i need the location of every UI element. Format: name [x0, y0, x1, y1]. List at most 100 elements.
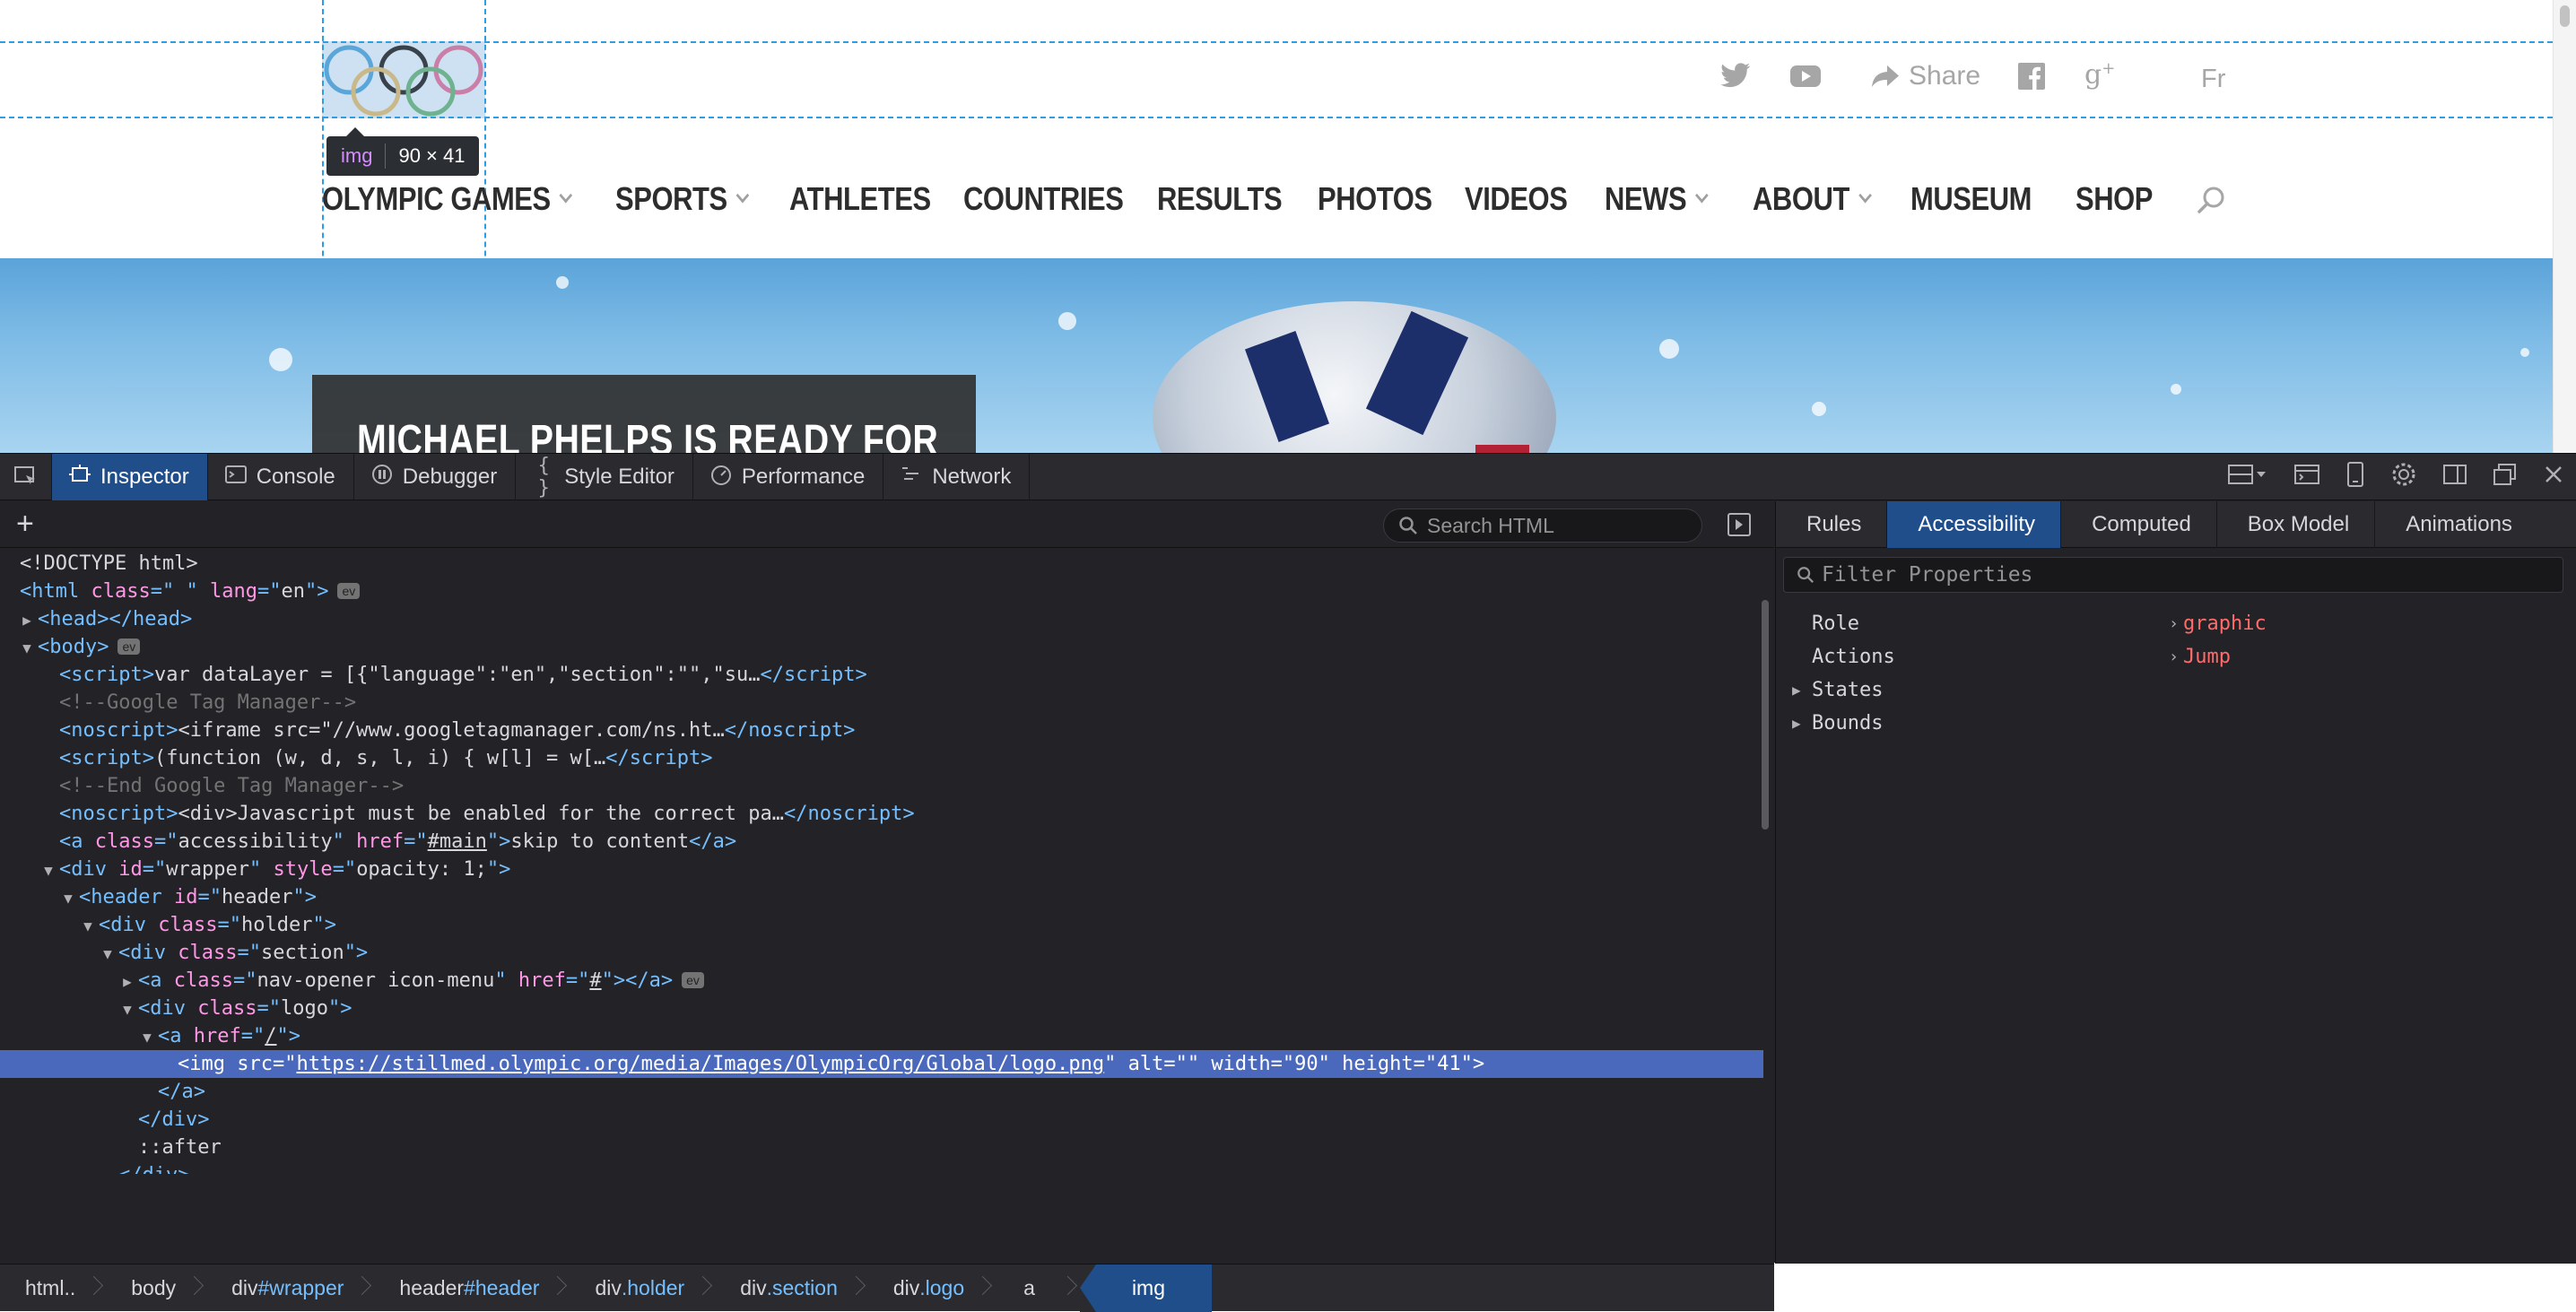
event-badge[interactable]: ev [117, 639, 141, 655]
markup-node[interactable]: ▼ <div class="holder"> [0, 911, 1763, 939]
markup-tree: <!DOCTYPE html> <html class=" " lang="en… [0, 550, 1763, 1174]
olympic-rings-logo[interactable] [322, 41, 485, 118]
markup-node[interactable]: ▶ <head></head> [0, 605, 1763, 633]
nav-item-shop[interactable]: SHOP [2076, 180, 2153, 218]
tab-computed[interactable]: Computed [2061, 500, 2217, 548]
filter-properties-input[interactable] [1822, 563, 2557, 586]
twitter-icon[interactable] [1720, 63, 1751, 92]
property-row[interactable]: ▶ States [1792, 673, 2563, 707]
page-scrollbar[interactable] [2553, 0, 2576, 453]
scratchpad-button[interactable] [2294, 464, 2319, 491]
nav-item-sports[interactable]: SPORTS [615, 180, 750, 218]
breadcrumb-item[interactable]: header #header [374, 1264, 570, 1312]
google-plus-icon[interactable]: g+ [2084, 59, 2115, 91]
breadcrumb-item[interactable]: a [995, 1264, 1080, 1312]
expand-arrow-icon[interactable]: ▶ [117, 968, 138, 995]
nav-item-results[interactable]: RESULTS [1157, 180, 1283, 218]
nav-item-news[interactable]: NEWS [1605, 180, 1709, 218]
markup-node[interactable]: <script>(function (w, d, s, l, i) { w[l]… [0, 744, 1763, 772]
breadcrumb-item[interactable]: div .section [715, 1264, 868, 1312]
markup-node[interactable]: <noscript><iframe src="//www.googletagma… [0, 717, 1763, 744]
markup-node[interactable]: ::after [0, 1134, 1763, 1161]
add-node-button[interactable]: + [16, 507, 34, 541]
collapse-arrow-icon[interactable]: ▼ [136, 1023, 158, 1051]
nav-item-countries[interactable]: COUNTRIES [963, 180, 1124, 218]
dock-layout-button[interactable] [2228, 464, 2267, 491]
tab-accessibility[interactable]: Accessibility [1887, 500, 2062, 548]
tab-network[interactable]: Network [883, 453, 1031, 500]
element-picker-button[interactable] [0, 453, 52, 500]
share-link[interactable]: Share [1871, 61, 1980, 91]
tab-animations[interactable]: Animations [2375, 501, 2537, 548]
collapse-arrow-icon[interactable]: ▼ [97, 940, 118, 968]
dock-side-button[interactable] [2443, 464, 2467, 491]
youtube-icon[interactable] [1790, 65, 1821, 92]
markup-node[interactable]: ▼ <div class="section"> [0, 939, 1763, 967]
markup-node[interactable]: <script>var dataLayer = [{"language":"en… [0, 661, 1763, 689]
expand-arrow-icon[interactable]: ▶ [16, 606, 38, 634]
close-icon[interactable] [2544, 465, 2563, 491]
collapse-arrow-icon[interactable]: ▼ [57, 884, 79, 912]
property-row[interactable]: Role › graphic [1792, 607, 2563, 640]
separate-window-button[interactable] [2493, 463, 2517, 491]
markup-node[interactable]: <!--Google Tag Manager--> [0, 689, 1763, 717]
collapse-arrow-icon[interactable]: ▼ [38, 856, 59, 884]
nav-item-museum[interactable]: MUSEUM [1910, 180, 2032, 218]
hero-banner[interactable]: MICHAEL PHELPS IS READY FOR [0, 258, 2553, 453]
breadcrumb-item[interactable]: html.. [0, 1264, 106, 1312]
filter-properties-box[interactable] [1783, 557, 2563, 593]
nav-item-olympic-games[interactable]: OLYMPIC GAMES [322, 180, 573, 218]
event-badge[interactable]: ev [337, 583, 361, 599]
breadcrumb-item-active[interactable]: img [1079, 1264, 1212, 1312]
collapse-arrow-icon[interactable]: ▼ [16, 634, 38, 662]
search-icon[interactable] [2197, 185, 2227, 220]
tab-inspector[interactable]: Inspector [52, 453, 208, 500]
breadcrumb-item[interactable]: div .holder [570, 1264, 715, 1312]
markup-node[interactable]: </a> [0, 1078, 1763, 1106]
nav-item-videos[interactable]: VIDEOS [1465, 180, 1568, 218]
page-scrollbar-thumb[interactable] [2560, 5, 2570, 27]
hero-headline[interactable]: MICHAEL PHELPS IS READY FOR [357, 416, 938, 453]
markup-node[interactable]: <html class=" " lang="en"> ev [0, 578, 1763, 605]
tab-rules[interactable]: Rules [1776, 500, 1888, 548]
markup-node[interactable]: ▼ <div class="logo"> [0, 995, 1763, 1022]
settings-gear-icon[interactable] [2391, 462, 2416, 493]
language-switch-link[interactable]: Fr [2201, 65, 2225, 94]
markup-node[interactable]: ▼ <div id="wrapper" style="opacity: 1;"> [0, 856, 1763, 883]
responsive-design-button[interactable] [2346, 461, 2364, 493]
tab-performance[interactable]: Performance [693, 453, 884, 500]
collapse-arrow-icon[interactable]: ▼ [117, 995, 138, 1023]
markup-node[interactable]: <!DOCTYPE html> [0, 550, 1763, 578]
toggle-sidebar-button[interactable] [1727, 513, 1751, 536]
markup-node[interactable]: ▼ <header id="header"> [0, 883, 1763, 911]
search-html-input[interactable] [1427, 513, 1687, 538]
breadcrumb-item[interactable]: div #wrapper [206, 1264, 374, 1312]
markup-node[interactable]: ▶ <a class="nav-opener icon-menu" href="#… [0, 967, 1763, 995]
breadcrumb-item[interactable]: body [106, 1264, 206, 1312]
markup-scrollbar[interactable] [1762, 600, 1769, 830]
markup-node[interactable]: ▼ <body> ev [0, 633, 1763, 661]
tab-style-editor[interactable]: { } Style Editor [516, 453, 693, 500]
breadcrumb-item[interactable]: div .logo [868, 1264, 995, 1312]
tab-console[interactable]: Console [208, 453, 354, 500]
markup-node[interactable]: ▼ <a href="/"> [0, 1022, 1763, 1050]
search-html-box[interactable] [1383, 508, 1702, 543]
event-badge[interactable]: ev [682, 972, 704, 988]
markup-node[interactable]: </div> [0, 1106, 1763, 1134]
tab-debugger[interactable]: Debugger [354, 453, 517, 500]
property-row[interactable]: Actions › Jump [1792, 640, 2563, 673]
markup-node[interactable]: <!--End Google Tag Manager--> [0, 772, 1763, 800]
property-row[interactable]: ▶ Bounds [1792, 707, 2563, 740]
expand-arrow-icon[interactable]: ▶ [1792, 673, 1812, 707]
markup-node[interactable]: <noscript><div>Javascript must be enable… [0, 800, 1763, 828]
nav-item-about[interactable]: ABOUT [1753, 180, 1872, 218]
markup-node-selected[interactable]: <img src="https://stillmed.olympic.org/m… [0, 1050, 1763, 1078]
nav-item-photos[interactable]: PHOTOS [1318, 180, 1432, 218]
facebook-icon[interactable] [2018, 63, 2045, 94]
tab-box-model[interactable]: Box Model [2217, 500, 2376, 548]
collapse-arrow-icon[interactable]: ▼ [77, 912, 99, 940]
markup-node[interactable]: </div> [0, 1161, 1763, 1174]
markup-node[interactable]: <a class="accessibility" href="#main">sk… [0, 828, 1763, 856]
expand-arrow-icon[interactable]: ▶ [1792, 707, 1812, 740]
nav-item-athletes[interactable]: ATHLETES [789, 180, 931, 218]
